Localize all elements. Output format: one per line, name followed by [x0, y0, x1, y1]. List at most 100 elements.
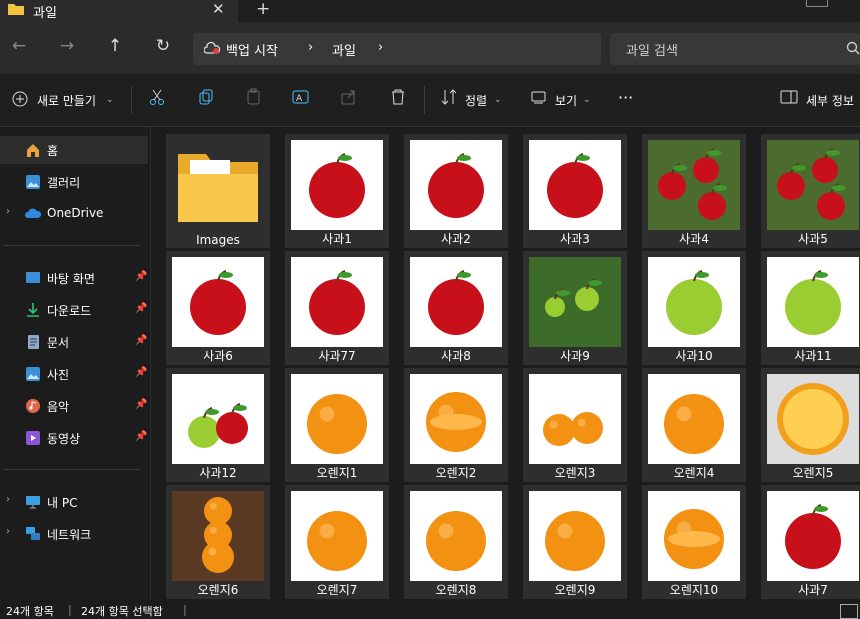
file-name: Images [196, 233, 240, 247]
file-name: 오렌지1 [316, 466, 358, 480]
rename-icon[interactable]: A [292, 88, 312, 108]
file-item[interactable]: 사과6 [166, 251, 270, 365]
view-icon [530, 88, 550, 108]
image-thumbnail [291, 374, 383, 464]
pin-icon[interactable]: 📌 [135, 399, 147, 410]
chevron-right-icon[interactable]: › [6, 206, 10, 217]
breadcrumb-chevron[interactable]: › [378, 40, 383, 55]
file-item[interactable]: 사과2 [404, 134, 508, 248]
breadcrumb-fruit[interactable]: 과일 [332, 40, 356, 59]
sidebar-item-network[interactable]: › 네트워크 [0, 520, 148, 548]
file-item[interactable]: 오렌지7 [285, 485, 389, 599]
cut-icon[interactable] [148, 88, 168, 108]
file-item[interactable]: 사과7 [761, 485, 860, 599]
new-tab-button[interactable]: + [256, 0, 270, 19]
sidebar-item-label: 홈 [47, 144, 59, 158]
sidebar-item-desktop[interactable]: 바탕 화면 📌 [0, 264, 148, 292]
file-item[interactable]: 오렌지6 [166, 485, 270, 599]
forward-arrow-icon[interactable]: → [56, 36, 78, 56]
delete-icon[interactable] [389, 88, 409, 108]
pin-icon[interactable]: 📌 [135, 271, 147, 282]
sidebar-item-this-pc[interactable]: › 내 PC [0, 488, 148, 516]
new-button[interactable]: 새로 만들기 [37, 92, 96, 109]
sort-button[interactable]: 정렬 [465, 92, 487, 109]
image-thumbnail [529, 257, 621, 347]
details-view-icon[interactable] [840, 604, 858, 619]
divider [3, 469, 140, 470]
desktop-icon [25, 270, 41, 286]
file-item[interactable]: 사과77 [285, 251, 389, 365]
file-item[interactable]: 사과11 [761, 251, 860, 365]
sort-icon [440, 88, 460, 108]
folder-icon [172, 140, 264, 230]
pin-icon[interactable]: 📌 [135, 303, 147, 314]
view-button[interactable]: 보기 [555, 92, 577, 109]
refresh-icon[interactable]: ↻ [152, 36, 174, 56]
file-name: 사과9 [560, 349, 590, 363]
sidebar-item-label: 갤러리 [47, 176, 81, 190]
pin-icon[interactable]: 📌 [135, 335, 147, 346]
file-name: 오렌지10 [669, 583, 719, 597]
file-item[interactable]: 사과8 [404, 251, 508, 365]
file-item[interactable]: 사과10 [642, 251, 746, 365]
tab-close-button[interactable]: ✕ [212, 0, 225, 18]
up-arrow-icon[interactable]: ↑ [104, 36, 126, 56]
back-arrow-icon[interactable]: ← [8, 36, 30, 56]
details-button[interactable]: 세부 정보 [806, 92, 854, 109]
sidebar-item-music[interactable]: 음악 📌 [0, 392, 148, 420]
video-icon [25, 430, 41, 446]
copy-icon[interactable] [197, 88, 217, 108]
chevron-down-icon[interactable]: ⌄ [583, 95, 591, 105]
breadcrumb-separator[interactable]: › [308, 40, 313, 55]
file-item[interactable]: 오렌지4 [642, 368, 746, 482]
chevron-down-icon[interactable]: ⌄ [106, 95, 114, 105]
sidebar-item-pictures[interactable]: 사진 📌 [0, 360, 148, 388]
file-item[interactable]: 오렌지5 [761, 368, 860, 482]
folder-item[interactable]: Images [166, 134, 270, 248]
maximize-icon[interactable] [806, 0, 828, 7]
sidebar-item-gallery[interactable]: 갤러리 [0, 168, 148, 196]
chevron-down-icon[interactable]: ⌄ [494, 95, 502, 105]
breadcrumb-backup[interactable]: 백업 시작 [226, 40, 278, 59]
sidebar-item-videos[interactable]: 동영상 📌 [0, 424, 148, 452]
file-name: 오렌지2 [435, 466, 477, 480]
sidebar-item-documents[interactable]: 문서 📌 [0, 328, 148, 356]
share-icon[interactable] [340, 88, 360, 108]
paste-icon[interactable] [245, 88, 265, 108]
pin-icon[interactable]: 📌 [135, 431, 147, 442]
file-item[interactable]: 오렌지9 [523, 485, 627, 599]
image-thumbnail [767, 140, 859, 230]
file-item[interactable]: 사과1 [285, 134, 389, 248]
status-divider: | [68, 603, 72, 616]
chevron-right-icon[interactable]: › [6, 526, 10, 537]
sidebar-item-home[interactable]: 홈 [0, 136, 148, 164]
file-item[interactable]: 오렌지3 [523, 368, 627, 482]
pin-icon[interactable]: 📌 [135, 367, 147, 378]
image-thumbnail [291, 257, 383, 347]
image-thumbnail [291, 491, 383, 581]
command-bar [0, 74, 860, 127]
file-item[interactable]: 오렌지1 [285, 368, 389, 482]
file-name: 사과12 [199, 466, 237, 480]
search-input[interactable]: 과일 검색 [626, 40, 678, 59]
file-item[interactable]: 오렌지10 [642, 485, 746, 599]
file-item[interactable]: 오렌지2 [404, 368, 508, 482]
chevron-right-icon[interactable]: › [6, 494, 10, 505]
file-name: 사과11 [794, 349, 832, 363]
file-item[interactable]: 오렌지8 [404, 485, 508, 599]
network-icon [25, 526, 41, 542]
file-name: 오렌지9 [554, 583, 596, 597]
sidebar-item-onedrive[interactable]: › OneDrive [0, 200, 148, 228]
details-pane-icon [780, 88, 800, 108]
image-thumbnail [410, 140, 502, 230]
file-item[interactable]: 사과12 [166, 368, 270, 482]
sidebar-item-downloads[interactable]: 다운로드 📌 [0, 296, 148, 324]
more-options-button[interactable]: ··· [618, 88, 633, 107]
image-thumbnail [529, 140, 621, 230]
file-name: 오렌지8 [435, 583, 477, 597]
file-item[interactable]: 사과3 [523, 134, 627, 248]
file-item[interactable]: 사과4 [642, 134, 746, 248]
sidebar-item-label: 바탕 화면 [47, 272, 95, 286]
file-item[interactable]: 사과9 [523, 251, 627, 365]
file-item[interactable]: 사과5 [761, 134, 860, 248]
